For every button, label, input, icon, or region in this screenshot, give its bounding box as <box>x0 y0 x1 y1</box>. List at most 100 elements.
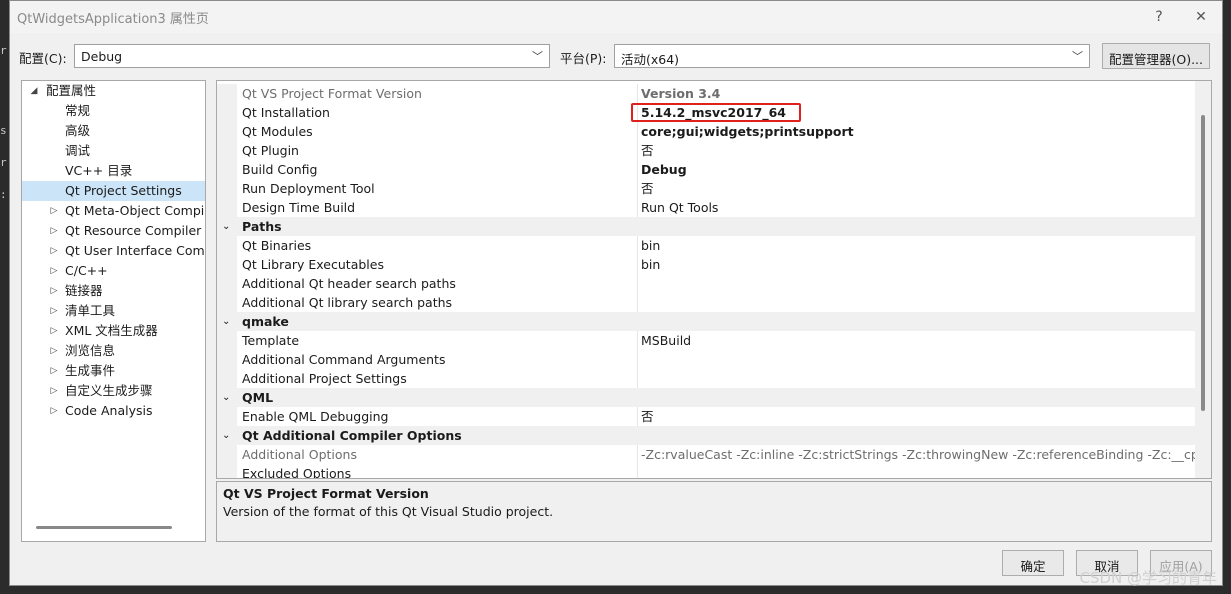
property-value[interactable]: 否 <box>641 407 654 426</box>
ok-button[interactable]: 确定 <box>1002 550 1064 576</box>
tree-item[interactable]: 调试 <box>22 141 205 161</box>
property-name: Enable QML Debugging <box>242 409 389 424</box>
collapsed-triangle-icon[interactable]: ▷ <box>48 321 60 341</box>
tree-item[interactable]: ▷ Qt Meta-Object Compiler <box>22 201 205 221</box>
property-row[interactable]: Qt Modules core;gui;widgets;printsupport <box>217 122 1195 141</box>
tree-item[interactable]: 常规 <box>22 101 205 121</box>
tree-item[interactable]: Qt Project Settings <box>22 181 205 201</box>
property-row[interactable]: Qt Binaries bin <box>217 236 1195 255</box>
tree-item[interactable]: ▷ Qt User Interface Compiler <box>22 241 205 261</box>
property-category-row[interactable]: ⌄ Qt Additional Compiler Options <box>217 426 1195 445</box>
property-row[interactable]: Additional Qt library search paths <box>217 293 1195 312</box>
collapsed-triangle-icon[interactable]: ▷ <box>48 341 60 361</box>
property-value[interactable]: bin <box>641 236 660 255</box>
property-category-row[interactable]: ⌄ Paths <box>217 217 1195 236</box>
tree-item-label: XML 文档生成器 <box>65 323 158 338</box>
configuration-select[interactable]: Debug ﹀ <box>74 44 550 68</box>
tree-item[interactable]: ▷ C/C++ <box>22 261 205 281</box>
row-gutter <box>217 369 237 388</box>
tree-item[interactable]: 高级 <box>22 121 205 141</box>
configuration-manager-button[interactable]: 配置管理器(O)... <box>1102 43 1210 69</box>
tree-item[interactable]: ▷ 链接器 <box>22 281 205 301</box>
platform-select[interactable]: 活动(x64) ﹀ <box>614 44 1090 68</box>
property-row[interactable]: Excluded Options <box>217 464 1195 478</box>
column-separator <box>637 445 638 464</box>
column-separator <box>637 293 638 312</box>
tree-item[interactable]: VC++ 目录 <box>22 161 205 181</box>
row-gutter <box>217 179 237 198</box>
property-row[interactable]: Qt Library Executables bin <box>217 255 1195 274</box>
expanded-triangle-icon[interactable]: ◢ <box>28 81 40 101</box>
collapsed-triangle-icon[interactable]: ▷ <box>48 281 60 301</box>
column-separator <box>637 198 638 217</box>
property-row[interactable]: Additional Options -Zc:rvalueCast -Zc:inl… <box>217 445 1211 464</box>
property-row[interactable]: Additional Project Settings <box>217 369 1195 388</box>
property-value[interactable]: Debug <box>641 160 687 179</box>
tree-item-label: 清单工具 <box>65 303 116 318</box>
tree-horizontal-scrollbar[interactable] <box>36 526 172 529</box>
chevron-down-icon: ﹀ <box>532 50 543 63</box>
property-row[interactable]: Additional Command Arguments <box>217 350 1195 369</box>
description-panel: Qt VS Project Format Version Version of … <box>216 481 1212 542</box>
property-value[interactable]: bin <box>641 255 660 274</box>
chevron-down-icon[interactable]: ⌄ <box>222 426 230 445</box>
chevron-down-icon[interactable]: ⌄ <box>222 312 230 331</box>
grid-vertical-scrollbar[interactable] <box>1195 81 1211 478</box>
tree-item[interactable]: ▷ 生成事件 <box>22 361 205 381</box>
tree-item[interactable]: ▷ Code Analysis <box>22 401 205 421</box>
chevron-down-icon[interactable]: ⌄ <box>222 388 230 407</box>
tree-item[interactable]: ▷ 浏览信息 <box>22 341 205 361</box>
collapsed-triangle-icon[interactable]: ▷ <box>48 361 60 381</box>
property-row[interactable]: Qt VS Project Format Version Version 3.4 <box>217 84 1195 103</box>
tree-item-label: 高级 <box>65 123 91 138</box>
property-value[interactable]: Version 3.4 <box>641 84 720 103</box>
column-separator <box>637 84 638 103</box>
row-gutter <box>217 236 237 255</box>
tree-item[interactable]: ▷ Qt Resource Compiler <box>22 221 205 241</box>
close-icon[interactable]: ✕ <box>1180 9 1222 25</box>
tree-root-config-properties[interactable]: ◢ 配置属性 <box>22 81 205 101</box>
property-row[interactable]: Qt Plugin 否 <box>217 141 1195 160</box>
property-name: Qt Additional Compiler Options <box>242 428 462 443</box>
scrollbar-thumb[interactable] <box>1201 115 1205 411</box>
property-value[interactable]: 否 <box>641 179 654 198</box>
property-value[interactable]: 否 <box>641 141 654 160</box>
chevron-down-icon: ﹀ <box>1072 50 1083 63</box>
property-value[interactable]: MSBuild <box>641 331 691 350</box>
property-name: Qt Modules <box>242 124 313 139</box>
property-row[interactable]: Template MSBuild <box>217 331 1195 350</box>
collapsed-triangle-icon[interactable]: ▷ <box>48 261 60 281</box>
property-value[interactable]: Run Qt Tools <box>641 198 718 217</box>
property-value[interactable]: -Zc:rvalueCast -Zc:inline -Zc:strictStri… <box>641 445 1211 464</box>
collapsed-triangle-icon[interactable]: ▷ <box>48 221 60 241</box>
tree-item[interactable]: ▷ XML 文档生成器 <box>22 321 205 341</box>
description-title: Qt VS Project Format Version <box>223 486 429 501</box>
property-value[interactable]: core;gui;widgets;printsupport <box>641 122 854 141</box>
property-row[interactable]: Design Time Build Run Qt Tools <box>217 198 1195 217</box>
tree-item[interactable]: ▷ 清单工具 <box>22 301 205 321</box>
property-row[interactable]: Additional Qt header search paths <box>217 274 1195 293</box>
property-category-row[interactable]: ⌄ QML <box>217 388 1195 407</box>
property-pages-dialog: QtWidgetsApplication3 属性页 ? ✕ 配置(C): Deb… <box>9 0 1223 586</box>
property-tree[interactable]: ◢ 配置属性 常规 高级 调试 VC++ 目录 Qt Project Settings ▷… <box>21 80 206 542</box>
property-row[interactable]: Run Deployment Tool 否 <box>217 179 1195 198</box>
collapsed-triangle-icon[interactable]: ▷ <box>48 301 60 321</box>
background-editor-fragment: s <box>0 124 7 137</box>
property-category-row[interactable]: ⌄ qmake <box>217 312 1195 331</box>
property-name: Additional Qt library search paths <box>242 295 453 310</box>
collapsed-triangle-icon[interactable]: ▷ <box>48 241 60 261</box>
help-icon[interactable]: ? <box>1138 9 1180 25</box>
tree-item-label: Code Analysis <box>65 403 153 418</box>
tree-item[interactable]: ▷ 自定义生成步骤 <box>22 381 205 401</box>
property-name: Build Config <box>242 162 318 177</box>
column-separator <box>637 464 638 478</box>
property-grid[interactable]: Qt VS Project Format Version Version 3.4 Q… <box>216 80 1212 479</box>
property-row[interactable]: Build Config Debug <box>217 160 1195 179</box>
collapsed-triangle-icon[interactable]: ▷ <box>48 201 60 221</box>
collapsed-triangle-icon[interactable]: ▷ <box>48 381 60 401</box>
column-separator <box>637 331 638 350</box>
column-separator <box>637 369 638 388</box>
chevron-down-icon[interactable]: ⌄ <box>222 217 230 236</box>
collapsed-triangle-icon[interactable]: ▷ <box>48 401 60 421</box>
property-row[interactable]: Enable QML Debugging 否 <box>217 407 1195 426</box>
